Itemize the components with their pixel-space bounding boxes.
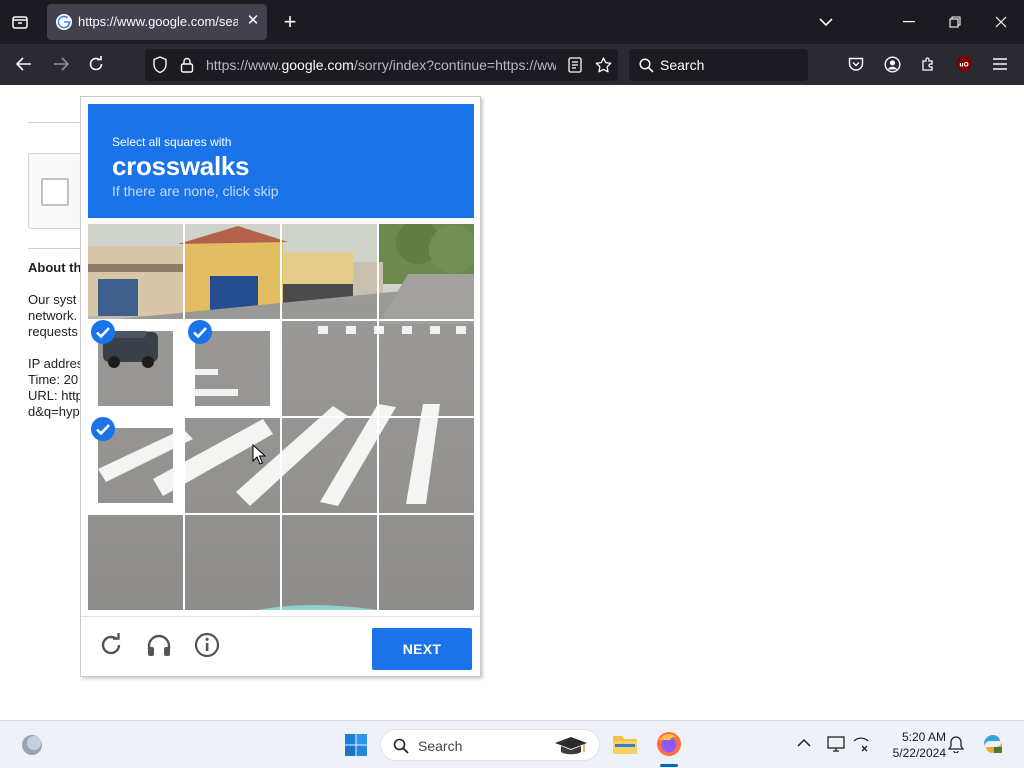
- network-disconnected-icon[interactable]: [852, 735, 870, 753]
- page-text-line: URL: http: [28, 388, 83, 403]
- new-tab-icon[interactable]: +: [280, 9, 300, 34]
- taskbar-search-placeholder: Search: [418, 738, 463, 754]
- reader-view-icon[interactable]: [566, 56, 584, 74]
- show-hidden-icons-icon[interactable]: [797, 738, 811, 748]
- windows-taskbar: Search 5:20 AM 5/22/2024: [0, 720, 1024, 768]
- account-icon[interactable]: [882, 54, 902, 74]
- image-tile[interactable]: [282, 418, 377, 513]
- close-window-icon[interactable]: [991, 12, 1011, 32]
- taskbar-search-box[interactable]: Search: [380, 729, 600, 761]
- windows-start-icon[interactable]: [344, 733, 368, 757]
- checkmark-icon: [91, 417, 115, 441]
- display-icon[interactable]: [827, 735, 845, 753]
- checkmark-icon: [91, 320, 115, 344]
- svg-text:uO: uO: [959, 62, 968, 69]
- url-text: https://www.google.com/sorry/index?conti…: [206, 57, 556, 73]
- page-text-line: network.: [28, 308, 78, 323]
- tracking-protection-icon[interactable]: [151, 56, 169, 74]
- next-button[interactable]: NEXT: [372, 628, 472, 670]
- reload-icon[interactable]: [97, 631, 125, 659]
- mouse-cursor-icon: [252, 444, 266, 465]
- im-not-a-robot-checkbox[interactable]: [41, 178, 69, 206]
- recaptcha-challenge-dialog: Select all squares with crosswalks If th…: [80, 96, 481, 677]
- info-icon[interactable]: [193, 631, 221, 659]
- image-tile[interactable]: [88, 320, 183, 416]
- audio-challenge-icon[interactable]: [145, 631, 173, 659]
- challenge-header: Select all squares with crosswalks If th…: [88, 104, 474, 218]
- image-tile[interactable]: [185, 515, 280, 610]
- recaptcha-anchor-box: [28, 153, 88, 229]
- list-all-tabs-icon[interactable]: [816, 12, 836, 32]
- image-tile[interactable]: [379, 418, 474, 513]
- copilot-icon[interactable]: [980, 731, 1006, 757]
- about-heading: About th: [28, 260, 82, 275]
- forward-icon[interactable]: [51, 54, 71, 74]
- tab-list-icon[interactable]: [10, 12, 30, 32]
- browser-search-placeholder: Search: [660, 57, 705, 73]
- file-explorer-icon[interactable]: [612, 732, 638, 756]
- bookmark-star-icon[interactable]: [594, 56, 612, 74]
- image-tile[interactable]: [379, 224, 474, 319]
- image-tile[interactable]: [282, 515, 377, 610]
- notifications-bell-icon[interactable]: [948, 735, 964, 753]
- page-text-line: requests: [28, 324, 78, 339]
- weather-widget-icon[interactable]: [20, 733, 44, 757]
- checkmark-icon: [188, 320, 212, 344]
- image-tile[interactable]: [88, 224, 183, 319]
- browser-tab-bar: https://www.google.com/search ✕ +: [0, 0, 1024, 44]
- minimize-icon[interactable]: [899, 12, 919, 32]
- browser-search-bar[interactable]: Search: [629, 49, 808, 81]
- back-icon[interactable]: [14, 54, 34, 74]
- page-text-line: IP addres: [28, 356, 84, 371]
- graduation-cap-icon: [555, 737, 587, 755]
- lock-icon[interactable]: [178, 56, 196, 74]
- system-clock[interactable]: 5:20 AM 5/22/2024: [880, 729, 946, 761]
- ublock-origin-icon[interactable]: uO: [954, 54, 974, 74]
- clock-date: 5/22/2024: [892, 746, 946, 760]
- pocket-icon[interactable]: [846, 54, 866, 74]
- page-text-line: Our syst: [28, 292, 77, 307]
- divider: [28, 248, 88, 249]
- image-tile[interactable]: [88, 515, 183, 610]
- image-tile[interactable]: [282, 321, 377, 416]
- image-tile[interactable]: [88, 417, 183, 513]
- firefox-icon[interactable]: [656, 731, 682, 757]
- target-object-word: crosswalks: [112, 151, 250, 181]
- image-tile[interactable]: [379, 515, 474, 610]
- divider: [28, 122, 88, 123]
- challenge-footer: NEXT: [81, 616, 480, 676]
- search-icon: [638, 57, 654, 73]
- page-text-line: d&q=hyp: [28, 404, 80, 419]
- image-tile[interactable]: [185, 224, 280, 319]
- tab-close-icon[interactable]: ✕: [244, 12, 262, 30]
- active-app-indicator: [660, 764, 678, 767]
- skip-hint: If there are none, click skip: [112, 183, 279, 199]
- page-text-line: Time: 20: [28, 372, 79, 387]
- image-tile[interactable]: [282, 224, 377, 319]
- reload-page-icon[interactable]: [86, 54, 106, 74]
- google-favicon-icon: [56, 14, 72, 30]
- clock-time: 5:20 AM: [901, 730, 946, 744]
- tab-title: https://www.google.com/search: [78, 14, 238, 29]
- search-icon: [393, 738, 409, 754]
- restore-icon[interactable]: [945, 12, 965, 32]
- browser-tab[interactable]: https://www.google.com/search ✕: [47, 4, 267, 40]
- extensions-icon[interactable]: [918, 54, 938, 74]
- image-tile[interactable]: [379, 321, 474, 416]
- image-tile-grid: [88, 224, 474, 610]
- address-bar[interactable]: https://www.google.com/sorry/index?conti…: [145, 49, 618, 81]
- image-tile[interactable]: [185, 320, 280, 416]
- instruction-text: Select all squares with: [112, 135, 232, 149]
- browser-nav-bar: https://www.google.com/sorry/index?conti…: [0, 44, 1024, 85]
- hamburger-menu-icon[interactable]: [990, 54, 1010, 74]
